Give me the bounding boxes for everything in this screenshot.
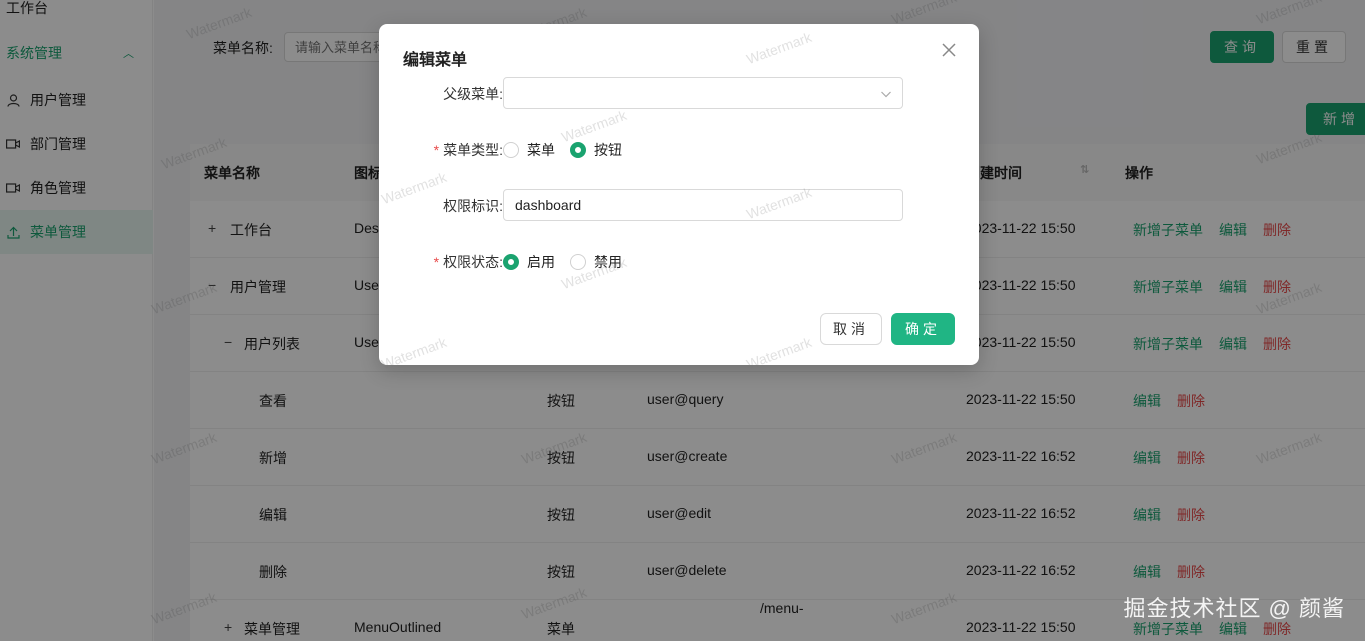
permission-key-input[interactable] xyxy=(503,189,903,221)
permission-status-row: * 权限状态: 启用 禁用 xyxy=(379,245,979,277)
parent-menu-select[interactable] xyxy=(503,77,903,109)
radio-label: 菜单 xyxy=(527,142,555,158)
cancel-button[interactable]: 取消 xyxy=(820,313,882,345)
chevron-down-icon xyxy=(880,87,892,103)
radio-circle-selected xyxy=(570,142,586,158)
parent-menu-row: 父级菜单: xyxy=(379,77,979,109)
radio-circle-selected xyxy=(503,254,519,270)
modal-title: 编辑菜单 xyxy=(403,52,468,69)
menu-type-label-text: 菜单类型: xyxy=(443,142,503,158)
required-mark: * xyxy=(433,142,440,158)
radio-circle xyxy=(503,142,519,158)
permission-key-label: 权限标识: xyxy=(443,198,503,214)
permission-status-label: * 权限状态: xyxy=(434,252,503,272)
radio-label: 禁用 xyxy=(594,254,622,270)
menu-type-radio-button[interactable]: 按钮 xyxy=(570,140,622,160)
menu-type-row: * 菜单类型: 菜单 按钮 xyxy=(379,133,979,165)
required-mark: * xyxy=(433,254,440,270)
menu-type-label: * 菜单类型: xyxy=(434,140,503,160)
permission-key-row: 权限标识: xyxy=(379,189,979,221)
status-radio-disabled[interactable]: 禁用 xyxy=(570,252,622,272)
attribution-text: 掘金技术社区 @ 颜酱 xyxy=(1123,596,1345,621)
menu-type-radio-menu[interactable]: 菜单 xyxy=(503,140,555,160)
edit-menu-modal: 编辑菜单 父级菜单: *菜单类型: 菜单 按钮 权限标识: *权限状态: 启用 xyxy=(379,24,979,365)
status-radio-enabled[interactable]: 启用 xyxy=(503,252,555,272)
radio-label: 启用 xyxy=(527,254,555,270)
radio-circle xyxy=(570,254,586,270)
permission-status-label-text: 权限状态: xyxy=(443,254,503,270)
close-icon[interactable] xyxy=(939,40,959,60)
parent-menu-label: 父级菜单: xyxy=(443,86,503,102)
confirm-button[interactable]: 确定 xyxy=(891,313,955,345)
radio-label: 按钮 xyxy=(594,142,622,158)
